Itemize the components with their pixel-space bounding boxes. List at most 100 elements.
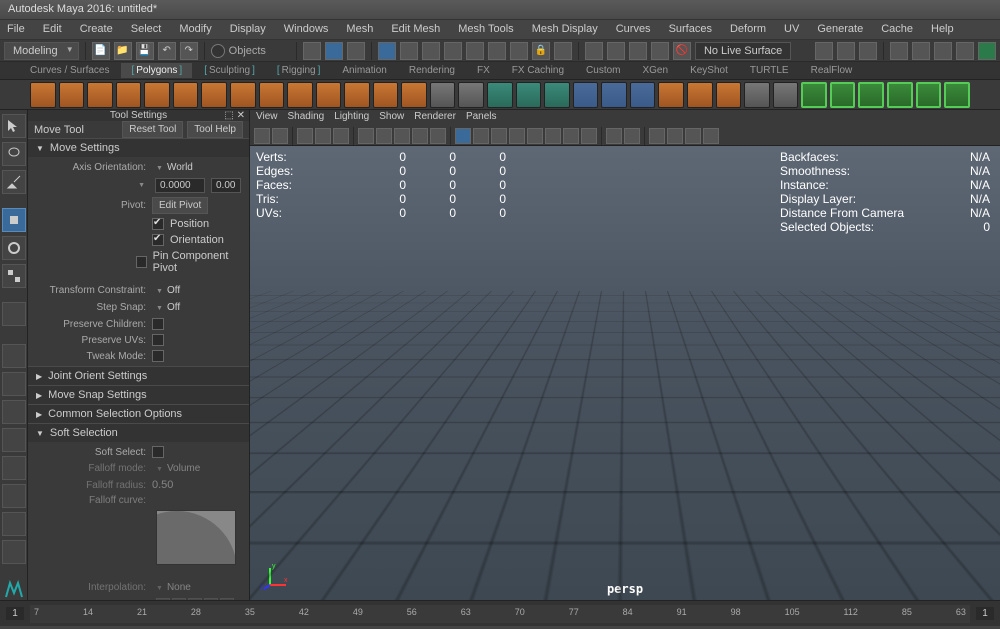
vp-menu-show[interactable]: Show: [379, 111, 404, 125]
snap-view-icon[interactable]: [488, 42, 506, 60]
common-selection-header[interactable]: Common Selection Options: [28, 405, 249, 423]
vp-aa-icon[interactable]: [581, 128, 597, 144]
menu-help[interactable]: Help: [928, 22, 957, 37]
rotate-tool-icon[interactable]: [2, 236, 26, 260]
soft-select-checkbox[interactable]: [152, 446, 164, 458]
falloff-mode-dropdown[interactable]: Volume: [152, 462, 204, 475]
undo-icon[interactable]: ↶: [158, 42, 176, 60]
vp-safe-action-icon[interactable]: [430, 128, 446, 144]
poly-type-icon[interactable]: [430, 82, 456, 108]
mirror-icon[interactable]: [630, 82, 656, 108]
shelf-tab-realflow[interactable]: RealFlow: [801, 63, 863, 78]
open-scene-icon[interactable]: 📁: [114, 42, 132, 60]
orientation-checkbox[interactable]: [152, 234, 164, 246]
vp-exposure-icon[interactable]: [649, 128, 665, 144]
poly-platonic-icon[interactable]: [230, 82, 256, 108]
shelf-tab-turtle[interactable]: TURTLE: [740, 63, 799, 78]
layout-icon-7[interactable]: [2, 512, 26, 536]
vp-grid-icon[interactable]: [358, 128, 374, 144]
snap-curve-icon[interactable]: [400, 42, 418, 60]
poly-torus-icon[interactable]: [144, 82, 170, 108]
layout-icon-4[interactable]: [2, 428, 26, 452]
menu-mesh-tools[interactable]: Mesh Tools: [455, 22, 516, 37]
layout-single-icon[interactable]: [815, 42, 833, 60]
interpolation-dropdown[interactable]: None: [152, 581, 195, 594]
shelf-tab-rendering[interactable]: Rendering: [399, 63, 465, 78]
extract-icon[interactable]: [544, 82, 570, 108]
curve-preset-1[interactable]: [156, 598, 170, 600]
menu-mesh-display[interactable]: Mesh Display: [529, 22, 601, 37]
rf-icon-5[interactable]: [916, 82, 942, 108]
move-snap-header[interactable]: Move Snap Settings: [28, 386, 249, 404]
menu-curves[interactable]: Curves: [613, 22, 654, 37]
vp-depth-icon[interactable]: [703, 128, 719, 144]
vp-isolate-icon[interactable]: [606, 128, 622, 144]
save-scene-icon[interactable]: 💾: [136, 42, 154, 60]
poly-pipe-icon[interactable]: [316, 82, 342, 108]
vp-menu-view[interactable]: View: [256, 111, 278, 125]
xform-icon[interactable]: [554, 42, 572, 60]
vp-shadows-icon[interactable]: [527, 128, 543, 144]
timeline-end-frame[interactable]: 1: [976, 607, 994, 620]
vp-menu-shading[interactable]: Shading: [288, 111, 325, 125]
layout-icon-6[interactable]: [2, 484, 26, 508]
move-tool-icon[interactable]: [2, 208, 26, 232]
rf-icon-3[interactable]: [858, 82, 884, 108]
combine-icon[interactable]: [487, 82, 513, 108]
poly-cube-icon[interactable]: [59, 82, 85, 108]
joint-orient-header[interactable]: Joint Orient Settings: [28, 367, 249, 385]
render-settings-icon[interactable]: [934, 42, 952, 60]
timeline-ruler[interactable]: 71421 283542 495663 707784 9198105 11285…: [30, 605, 970, 623]
render-icon[interactable]: [890, 42, 908, 60]
snap-grid-icon[interactable]: [378, 42, 396, 60]
close-icon[interactable]: ⬚ ✕: [224, 110, 245, 121]
layout-four-icon[interactable]: [837, 42, 855, 60]
extrude-icon[interactable]: [658, 82, 684, 108]
menu-display[interactable]: Display: [227, 22, 269, 37]
poly-disc-icon[interactable]: [201, 82, 227, 108]
edit-pivot-button[interactable]: Edit Pivot: [152, 197, 208, 214]
history-off-icon[interactable]: [607, 42, 625, 60]
shelf-tab-fx[interactable]: FX: [467, 63, 500, 78]
layout-icon-1[interactable]: [2, 344, 26, 368]
axis-orientation-dropdown[interactable]: World: [152, 161, 197, 174]
menu-mesh[interactable]: Mesh: [343, 22, 376, 37]
select-by-component-icon[interactable]: [347, 42, 365, 60]
shelf-tab-fxcaching[interactable]: FX Caching: [502, 63, 574, 78]
menu-windows[interactable]: Windows: [281, 22, 332, 37]
step-snap-dropdown[interactable]: Off: [152, 301, 184, 314]
tweak-mode-checkbox[interactable]: [152, 350, 164, 362]
poly-pyramid-icon[interactable]: [259, 82, 285, 108]
layout-icon-8[interactable]: [2, 540, 26, 564]
rf-icon-2[interactable]: [830, 82, 856, 108]
lasso-tool-icon[interactable]: [2, 142, 26, 166]
vp-view-transform-icon[interactable]: [685, 128, 701, 144]
menu-deform[interactable]: Deform: [727, 22, 769, 37]
vp-menu-renderer[interactable]: Renderer: [414, 111, 456, 125]
scale-tool-icon[interactable]: [2, 264, 26, 288]
shelf-tab-custom[interactable]: Custom: [576, 63, 630, 78]
hypershade-icon[interactable]: [956, 42, 974, 60]
vp-grease-icon[interactable]: [333, 128, 349, 144]
snap-toggle-icon[interactable]: [510, 42, 528, 60]
shelf-tab-xgen[interactable]: XGen: [632, 63, 678, 78]
select-tool-icon[interactable]: [2, 114, 26, 138]
multicut-icon[interactable]: [744, 82, 770, 108]
vp-xray-icon[interactable]: [624, 128, 640, 144]
falloff-curve-graph[interactable]: [156, 510, 236, 565]
snap-live-icon[interactable]: [466, 42, 484, 60]
construction-off-icon[interactable]: [651, 42, 669, 60]
layout-icon-2[interactable]: [2, 372, 26, 396]
soft-selection-header[interactable]: Soft Selection: [28, 424, 249, 442]
history-icon[interactable]: [585, 42, 603, 60]
vp-bookmark-icon[interactable]: [272, 128, 288, 144]
menu-file[interactable]: File: [4, 22, 28, 37]
snap-plane-icon[interactable]: [444, 42, 462, 60]
menu-generate[interactable]: Generate: [814, 22, 866, 37]
booleans-icon[interactable]: [601, 82, 627, 108]
redo-icon[interactable]: ↷: [180, 42, 198, 60]
poly-cylinder-icon[interactable]: [87, 82, 113, 108]
poly-plane-icon[interactable]: [173, 82, 199, 108]
poly-svg-icon[interactable]: [458, 82, 484, 108]
target-weld-icon[interactable]: [773, 82, 799, 108]
